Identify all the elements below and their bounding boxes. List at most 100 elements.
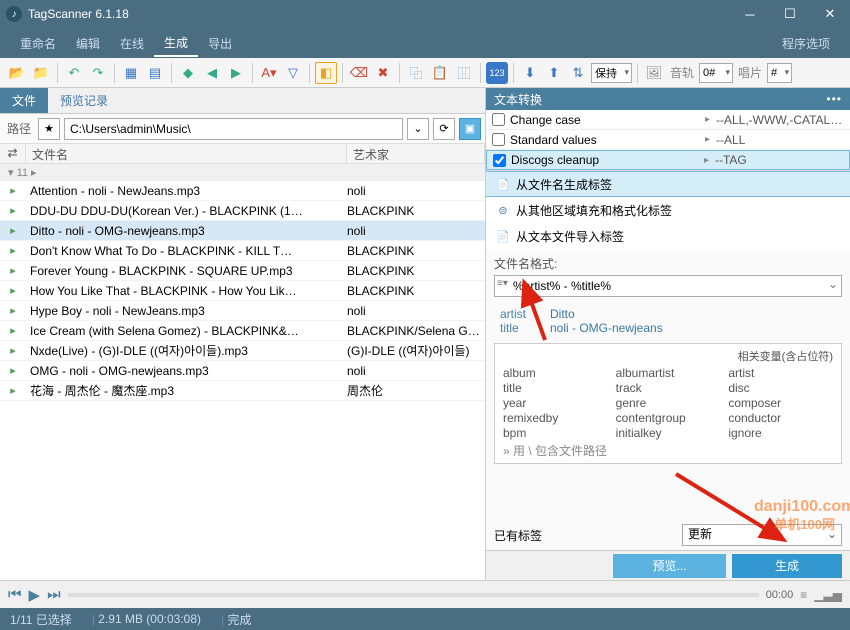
tab-preview-log[interactable]: 预览记录 (48, 88, 120, 113)
transform-checkbox[interactable] (492, 113, 505, 126)
variable-item[interactable]: genre (616, 396, 721, 410)
remove-icon[interactable]: ⌫ (348, 62, 370, 84)
transform-name: Standard values (510, 133, 699, 147)
undo-icon[interactable]: ↶ (63, 62, 85, 84)
player-play-icon[interactable]: ▶ (29, 586, 41, 604)
transform-row[interactable]: Standard values▸--ALL (486, 130, 850, 150)
transform-menu-icon[interactable]: ••• (826, 92, 842, 106)
variable-item[interactable]: albumartist (616, 366, 721, 380)
batch-icon[interactable]: ⿲ (453, 62, 475, 84)
variable-item[interactable]: disc (728, 381, 833, 395)
player-prev-icon[interactable]: ⏮ (8, 586, 22, 603)
image-icon[interactable]: 🖼 (643, 62, 665, 84)
menu-options[interactable]: 程序选项 (772, 31, 840, 56)
copy-icon[interactable]: ⿻ (405, 62, 427, 84)
file-row[interactable]: ▸Attention - noli - NewJeans.mp3noli (0, 181, 485, 201)
transform-row[interactable]: Discogs cleanup▸--TAG (486, 150, 850, 170)
variable-item[interactable]: ignore (728, 426, 833, 440)
variable-item[interactable]: remixedby (503, 411, 608, 425)
keep-combo[interactable]: 保持 (591, 63, 632, 83)
path-input[interactable] (64, 118, 403, 140)
menu-export[interactable]: 导出 (198, 31, 242, 56)
file-row[interactable]: ▸Nxde(Live) - (G)I-DLE ((여자)아이들).mp3(G)I… (0, 341, 485, 361)
file-row[interactable]: ▸Ditto - noli - OMG-newjeans.mp3noli (0, 221, 485, 241)
player-next-icon[interactable]: ⏭ (47, 586, 61, 603)
path-browse-icon[interactable]: ▣ (459, 118, 481, 140)
minimize-button[interactable]: ─ (730, 0, 770, 28)
delete-icon[interactable]: ✖ (372, 62, 394, 84)
player-time: 00:00 (766, 589, 794, 601)
file-row[interactable]: ▸DDU-DU DDU-DU(Korean Ver.) - BLACKPINK … (0, 201, 485, 221)
sort-icon[interactable]: A▾ (258, 62, 280, 84)
tree-icon[interactable]: ▤ (144, 62, 166, 84)
group-row[interactable]: 11 ▸ (0, 164, 485, 181)
file-row[interactable]: ▸Don't Know What To Do - BLACKPINK - KIL… (0, 241, 485, 261)
transform-row[interactable]: Change case▸--ALL,-WWW,-CATAL… (486, 110, 850, 130)
nav-prev-icon[interactable]: ◀ (201, 62, 223, 84)
variable-item[interactable]: contentgroup (616, 411, 721, 425)
menu-generate[interactable]: 生成 (154, 30, 198, 57)
mode-row[interactable]: 📄从文本文件导入标签 (486, 223, 850, 249)
grid-icon[interactable]: ▦ (120, 62, 142, 84)
mode-row[interactable]: 📄从文件名生成标签 (486, 171, 850, 197)
variable-item[interactable]: year (503, 396, 608, 410)
path-favorite-icon[interactable]: ★ (38, 118, 60, 140)
player-vis-icon[interactable]: ▁▃▅ (814, 588, 842, 602)
file-row[interactable]: ▸OMG - noli - OMG-newjeans.mp3noli (0, 361, 485, 381)
file-row[interactable]: ▸How You Like That - BLACKPINK - How You… (0, 281, 485, 301)
track-label: 音轨 (670, 64, 694, 81)
col-artist[interactable]: 艺术家 (347, 144, 485, 163)
move-down-icon[interactable]: ⬇ (519, 62, 541, 84)
move-up-icon[interactable]: ⬆ (543, 62, 565, 84)
add-folder-icon[interactable]: 📁 (30, 62, 52, 84)
variable-item[interactable]: initialkey (616, 426, 721, 440)
nav-next-icon[interactable]: ▶ (225, 62, 247, 84)
redo-icon[interactable]: ↷ (87, 62, 109, 84)
col-shuffle[interactable]: ⇄ (0, 144, 26, 163)
player-eq-icon[interactable]: ≡ (800, 588, 807, 602)
generate-button[interactable]: 生成 (732, 554, 842, 578)
number-icon[interactable]: 123 (486, 62, 508, 84)
nav-up-icon[interactable]: ◆ (177, 62, 199, 84)
col-filename[interactable]: 文件名 (26, 144, 347, 163)
file-name: 花海 - 周杰伦 - 魔杰座.mp3 (26, 382, 347, 399)
path-refresh-icon[interactable]: ⟳ (433, 118, 455, 140)
preview-button[interactable]: 预览... (613, 554, 726, 578)
select-icon[interactable]: ◧ (315, 62, 337, 84)
mode-row[interactable]: ⊜从其他区域填充和格式化标签 (486, 197, 850, 223)
variable-item[interactable]: composer (728, 396, 833, 410)
folder-open-icon[interactable]: 📂 (6, 62, 28, 84)
transform-checkbox[interactable] (492, 133, 505, 146)
file-artist: noli (347, 224, 485, 238)
variable-item[interactable]: title (503, 381, 608, 395)
variable-item[interactable]: album (503, 366, 608, 380)
mode-icon: 📄 (496, 177, 510, 191)
player-track[interactable] (68, 593, 759, 597)
swap-icon[interactable]: ⇅ (567, 62, 589, 84)
file-list[interactable]: 11 ▸▸Attention - noli - NewJeans.mp3noli… (0, 164, 485, 580)
variable-item[interactable]: artist (728, 366, 833, 380)
menu-rename[interactable]: 重命名 (10, 31, 66, 56)
file-row[interactable]: ▸花海 - 周杰伦 - 魔杰座.mp3周杰伦 (0, 381, 485, 401)
path-dropdown-icon[interactable]: ⌄ (407, 118, 429, 140)
file-row[interactable]: ▸Ice Cream (with Selena Gomez) - BLACKPI… (0, 321, 485, 341)
tab-files[interactable]: 文件 (0, 88, 48, 113)
variable-item[interactable]: conductor (728, 411, 833, 425)
track-combo[interactable]: 0# (699, 63, 733, 83)
file-name: Ice Cream (with Selena Gomez) - BLACKPIN… (26, 324, 347, 338)
format-input[interactable] (494, 275, 842, 297)
variable-item[interactable]: bpm (503, 426, 608, 440)
file-row[interactable]: ▸Hype Boy - noli - NewJeans.mp3noli (0, 301, 485, 321)
transform-checkbox[interactable] (493, 154, 506, 167)
disc-combo[interactable]: # (767, 63, 792, 83)
menu-edit[interactable]: 编辑 (66, 31, 110, 56)
file-row[interactable]: ▸Forever Young - BLACKPINK - SQUARE UP.m… (0, 261, 485, 281)
maximize-button[interactable]: ☐ (770, 0, 810, 28)
existing-tags-select[interactable]: 更新 (682, 524, 842, 546)
paste-icon[interactable]: 📋 (429, 62, 451, 84)
variable-item[interactable]: track (616, 381, 721, 395)
menu-online[interactable]: 在线 (110, 31, 154, 56)
preview-value: noli - OMG-newjeans (550, 321, 663, 335)
close-button[interactable]: ✕ (810, 0, 850, 28)
filter-icon[interactable]: ▽ (282, 62, 304, 84)
